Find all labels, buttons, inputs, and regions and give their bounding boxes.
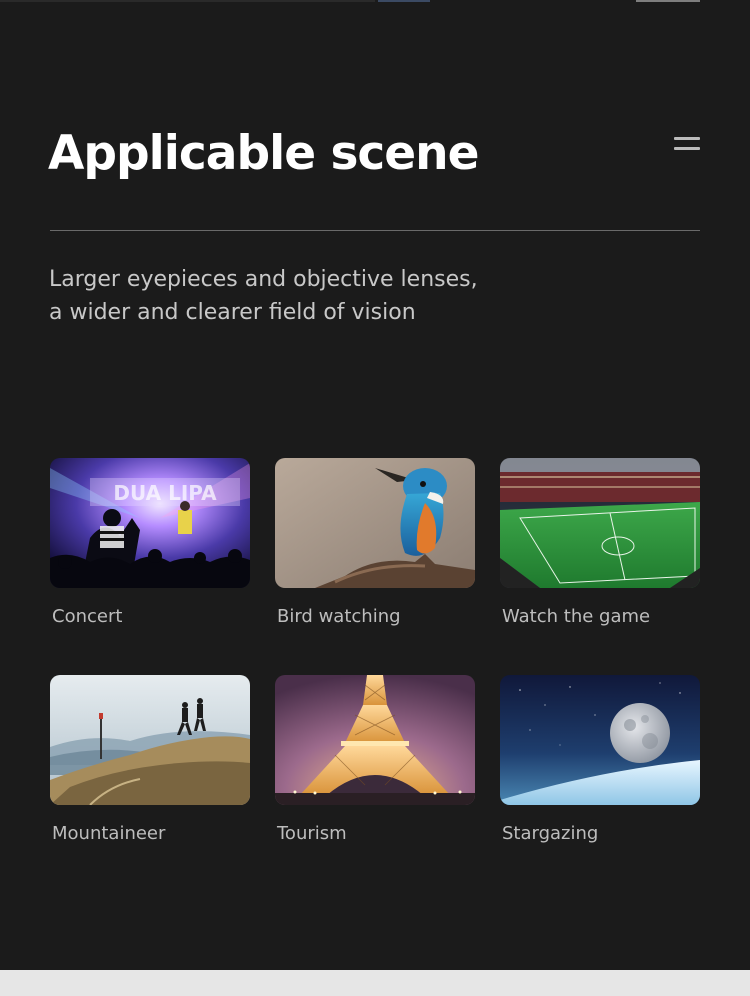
scene-card-bird-watching[interactable]: Bird watching bbox=[275, 458, 475, 629]
footer-strip bbox=[0, 970, 750, 996]
scene-card-tourism[interactable]: Tourism bbox=[275, 675, 475, 846]
scene-label: Tourism bbox=[277, 823, 347, 844]
scene-card-mountaineer[interactable]: Mountaineer bbox=[50, 675, 250, 846]
eiffel-tower-photo bbox=[275, 675, 475, 805]
hamburger-menu-icon[interactable] bbox=[674, 137, 700, 151]
scene-card-stargazing[interactable]: Stargazing bbox=[500, 675, 700, 846]
scene-label: Stargazing bbox=[502, 823, 599, 844]
scene-label: Mountaineer bbox=[52, 823, 166, 844]
page-title: Applicable scene bbox=[48, 126, 479, 181]
kingfisher-photo bbox=[275, 458, 475, 588]
intro-text: Larger eyepieces and objective lenses, a… bbox=[49, 263, 669, 329]
scene-card-watch-the-game[interactable]: Watch the game bbox=[500, 458, 700, 629]
intro-line-1: Larger eyepieces and objective lenses, bbox=[49, 267, 478, 292]
intro-line-2: a wider and clearer field of vision bbox=[49, 300, 416, 325]
concert-photo: DUA LIPA bbox=[50, 458, 250, 588]
scene-label: Concert bbox=[52, 606, 123, 627]
hikers-photo bbox=[50, 675, 250, 805]
moon-photo bbox=[500, 675, 700, 805]
svg-text:DUA LIPA: DUA LIPA bbox=[113, 481, 217, 505]
scene-label: Bird watching bbox=[277, 606, 401, 627]
top-edge-strip bbox=[0, 0, 750, 2]
scene-label: Watch the game bbox=[502, 606, 651, 627]
scene-card-concert[interactable]: DUA LIPA Concert bbox=[50, 458, 250, 629]
section-divider bbox=[50, 230, 700, 231]
page: Applicable scene Larger eyepieces and ob… bbox=[0, 0, 750, 970]
stadium-photo bbox=[500, 458, 700, 588]
